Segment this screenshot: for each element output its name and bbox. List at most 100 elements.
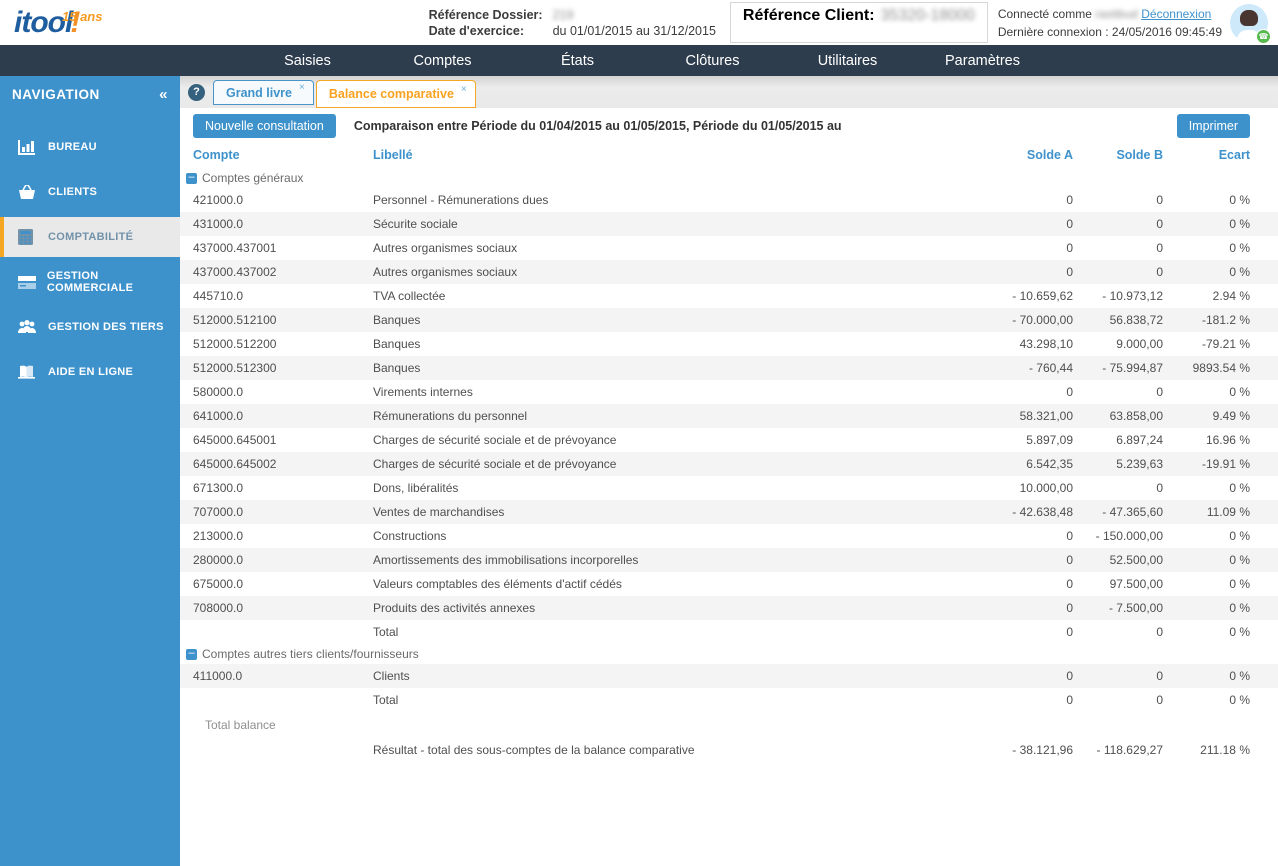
sidebar-item-bureau[interactable]: BUREAU bbox=[0, 127, 180, 167]
sidebar-item-aide-en-ligne[interactable]: AIDE EN LIGNE bbox=[0, 352, 180, 392]
cell-ecart: 0 % bbox=[1163, 385, 1250, 399]
menu-item-utilitaires[interactable]: Utilitaires bbox=[780, 53, 915, 69]
logout-link[interactable]: Déconnexion bbox=[1141, 7, 1211, 21]
cell-ecart: -181.2 % bbox=[1163, 313, 1250, 327]
print-button[interactable]: Imprimer bbox=[1177, 114, 1250, 138]
result-row[interactable]: Résultat - total des sous-comptes de la … bbox=[180, 738, 1278, 762]
table-row[interactable]: 431000.0Sécurite sociale000 % bbox=[180, 212, 1278, 236]
table-row[interactable]: 437000.437001Autres organismes sociaux00… bbox=[180, 236, 1278, 260]
table-row[interactable]: 707000.0Ventes de marchandises- 42.638,4… bbox=[180, 500, 1278, 524]
group-label: Comptes autres tiers clients/fournisseur… bbox=[202, 647, 419, 661]
table-row[interactable]: 708000.0Produits des activités annexes0-… bbox=[180, 596, 1278, 620]
cell-solde-b: 52.500,00 bbox=[1073, 553, 1163, 567]
table-row[interactable]: 445710.0TVA collectée- 10.659,62- 10.973… bbox=[180, 284, 1278, 308]
cell-libelle: Rémunerations du personnel bbox=[373, 409, 963, 423]
table-row[interactable]: 213000.0Constructions0- 150.000,000 % bbox=[180, 524, 1278, 548]
table-row[interactable]: 580000.0Virements internes000 % bbox=[180, 380, 1278, 404]
consultation-toolbar: Nouvelle consultation Comparaison entre … bbox=[180, 108, 1278, 142]
sidebar-item-comptabilite[interactable]: COMPTABILITÉ bbox=[0, 217, 180, 257]
cell-libelle: Autres organismes sociaux bbox=[373, 265, 963, 279]
cell-compte: 445710.0 bbox=[193, 289, 373, 303]
cell-libelle: Ventes de marchandises bbox=[373, 505, 963, 519]
cell-solde-b: - 7.500,00 bbox=[1073, 601, 1163, 615]
cell-ecart: 0 % bbox=[1163, 265, 1250, 279]
menu-item-saisies[interactable]: Saisies bbox=[240, 53, 375, 69]
cell-solde-b: 6.897,24 bbox=[1073, 433, 1163, 447]
group-header-comptes-generaux: –Comptes généraux bbox=[180, 168, 1278, 188]
sidebar-item-label: GESTION COMMERCIALE bbox=[47, 270, 180, 294]
new-consultation-button[interactable]: Nouvelle consultation bbox=[193, 114, 336, 138]
cell-solde-a: 5.897,09 bbox=[963, 433, 1073, 447]
sidebar-item-gestion-des-tiers[interactable]: GESTION DES TIERS bbox=[0, 307, 180, 347]
main-menu-bar: SaisiesComptesÉtatsClôturesUtilitairesPa… bbox=[0, 45, 1278, 76]
total-balance-label: Total balance bbox=[180, 712, 1278, 738]
sidebar-item-gestion-commerciale[interactable]: GESTION COMMERCIALE bbox=[0, 262, 180, 302]
col-header-compte[interactable]: Compte bbox=[193, 148, 373, 162]
cell-solde-b: - 75.994,87 bbox=[1073, 361, 1163, 375]
table-row[interactable]: 641000.0Rémunerations du personnel58.321… bbox=[180, 404, 1278, 428]
cell-solde-a: - 70.000,00 bbox=[963, 313, 1073, 327]
table-row[interactable]: 645000.645002Charges de sécurité sociale… bbox=[180, 452, 1278, 476]
group-total-row[interactable]: Total000 % bbox=[180, 688, 1278, 712]
connected-prefix: Connecté comme bbox=[998, 7, 1092, 21]
cell-libelle: Charges de sécurité sociale et de prévoy… bbox=[373, 433, 963, 447]
cell-solde-a: 0 bbox=[963, 577, 1073, 591]
table-row[interactable]: 675000.0Valeurs comptables des éléments … bbox=[180, 572, 1278, 596]
collapse-group-icon[interactable]: – bbox=[186, 173, 197, 184]
sidebar-item-clients[interactable]: CLIENTS bbox=[0, 172, 180, 212]
cell-solde-a: 0 bbox=[963, 385, 1073, 399]
menu-item-clotures[interactable]: Clôtures bbox=[645, 53, 780, 69]
help-icon[interactable]: ? bbox=[188, 84, 205, 101]
table-row[interactable]: 437000.437002Autres organismes sociaux00… bbox=[180, 260, 1278, 284]
cell-compte: 411000.0 bbox=[193, 669, 373, 683]
cell-ecart: 16.96 % bbox=[1163, 433, 1250, 447]
table-row[interactable]: 280000.0Amortissements des immobilisatio… bbox=[180, 548, 1278, 572]
cell-solde-b: 0 bbox=[1073, 481, 1163, 495]
tab-balance-comparative[interactable]: Balance comparative × bbox=[316, 80, 476, 108]
menu-item-parametres[interactable]: Paramètres bbox=[915, 53, 1050, 69]
cell-solde-a: 0 bbox=[963, 217, 1073, 231]
menu-item-etats[interactable]: États bbox=[510, 53, 645, 69]
cell-solde-b: 63.858,00 bbox=[1073, 409, 1163, 423]
tab-label: Grand livre bbox=[226, 86, 292, 100]
cell-ecart: 0 % bbox=[1163, 193, 1250, 207]
cell-solde-a: 0 bbox=[963, 669, 1073, 683]
tab-close-icon[interactable]: × bbox=[299, 82, 305, 93]
cell-compte: 421000.0 bbox=[193, 193, 373, 207]
sidebar-title: NAVIGATION bbox=[12, 87, 100, 102]
table-row[interactable]: 512000.512100Banques- 70.000,0056.838,72… bbox=[180, 308, 1278, 332]
cell-solde-b: 0 bbox=[1073, 241, 1163, 255]
sidebar-item-label: AIDE EN LIGNE bbox=[48, 366, 133, 378]
sidebar-collapse-icon[interactable]: « bbox=[159, 86, 168, 103]
cell-libelle: TVA collectée bbox=[373, 289, 963, 303]
table-row[interactable]: 512000.512200Banques43.298,109.000,00-79… bbox=[180, 332, 1278, 356]
support-avatar[interactable]: ☎ bbox=[1230, 4, 1268, 42]
menu-item-comptes[interactable]: Comptes bbox=[375, 53, 510, 69]
col-header-solde-a[interactable]: Solde A bbox=[963, 148, 1073, 162]
cell-compte: 707000.0 bbox=[193, 505, 373, 519]
collapse-group-icon[interactable]: – bbox=[186, 649, 197, 660]
logo-badge: 15 ans bbox=[62, 9, 102, 24]
col-header-ecart[interactable]: Ecart bbox=[1163, 148, 1250, 162]
cell-solde-a: 10.000,00 bbox=[963, 481, 1073, 495]
tab-close-icon[interactable]: × bbox=[461, 84, 467, 95]
table-row[interactable]: 411000.0Clients000 % bbox=[180, 664, 1278, 688]
cell-solde-a: 0 bbox=[963, 693, 1073, 707]
balance-table-body: –Comptes généraux421000.0Personnel - Rém… bbox=[180, 168, 1278, 762]
connected-user: rastibud bbox=[1095, 7, 1138, 21]
cell-ecart: 0 % bbox=[1163, 241, 1250, 255]
cell-ecart: 0 % bbox=[1163, 529, 1250, 543]
col-header-libelle[interactable]: Libellé bbox=[373, 148, 963, 162]
table-row[interactable]: 421000.0Personnel - Rémunerations dues00… bbox=[180, 188, 1278, 212]
tab-label: Balance comparative bbox=[329, 87, 454, 101]
cell-solde-a: - 42.638,48 bbox=[963, 505, 1073, 519]
table-row[interactable]: 512000.512300Banques- 760,44- 75.994,879… bbox=[180, 356, 1278, 380]
table-row[interactable]: 645000.645001Charges de sécurité sociale… bbox=[180, 428, 1278, 452]
col-header-solde-b[interactable]: Solde B bbox=[1073, 148, 1163, 162]
group-total-row[interactable]: Total000 % bbox=[180, 620, 1278, 644]
table-row[interactable]: 671300.0Dons, libéralités10.000,0000 % bbox=[180, 476, 1278, 500]
sidebar-item-label: COMPTABILITÉ bbox=[48, 231, 133, 243]
cell-solde-a: 0 bbox=[963, 265, 1073, 279]
tab-grand-livre[interactable]: Grand livre × bbox=[213, 80, 314, 105]
cell-libelle: Valeurs comptables des éléments d'actif … bbox=[373, 577, 963, 591]
